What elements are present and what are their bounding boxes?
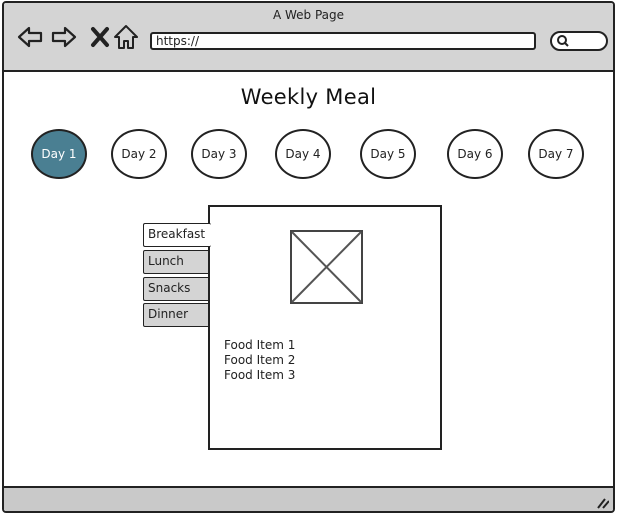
tab-breakfast[interactable]: Breakfast	[143, 223, 211, 247]
browser-window: A Web Page https:// Weekly Meal Day 1 Da…	[2, 1, 615, 513]
url-input[interactable]: https://	[150, 32, 536, 50]
tab-snacks[interactable]: Snacks	[143, 277, 211, 301]
day-2-button[interactable]: Day 2	[111, 129, 167, 179]
meal-content-panel: Food Item 1 Food Item 2 Food Item 3	[208, 205, 442, 450]
food-item: Food Item 2	[224, 353, 296, 367]
image-placeholder-icon	[290, 230, 363, 304]
day-4-button[interactable]: Day 4	[275, 129, 331, 179]
search-field[interactable]	[550, 31, 608, 51]
back-arrow-icon[interactable]	[16, 23, 44, 51]
day-5-button[interactable]: Day 5	[360, 129, 416, 179]
tab-dinner[interactable]: Dinner	[143, 303, 211, 327]
browser-toolbar: A Web Page https://	[4, 3, 613, 72]
resize-grip-icon[interactable]	[595, 494, 610, 509]
day-3-button[interactable]: Day 3	[191, 129, 247, 179]
status-bar	[4, 486, 613, 511]
close-icon[interactable]	[86, 23, 114, 51]
day-7-button[interactable]: Day 7	[528, 129, 584, 179]
day-6-button[interactable]: Day 6	[447, 129, 503, 179]
page-title: Weekly Meal	[240, 85, 377, 109]
food-item: Food Item 3	[224, 368, 296, 382]
home-icon[interactable]	[112, 23, 140, 51]
search-icon	[557, 35, 569, 47]
food-list: Food Item 1 Food Item 2 Food Item 3	[224, 338, 295, 383]
forward-arrow-icon[interactable]	[50, 23, 78, 51]
tab-lunch[interactable]: Lunch	[143, 250, 211, 274]
day-1-button[interactable]: Day 1	[31, 129, 87, 179]
window-title: A Web Page	[272, 8, 345, 22]
food-item: Food Item 1	[224, 338, 296, 352]
